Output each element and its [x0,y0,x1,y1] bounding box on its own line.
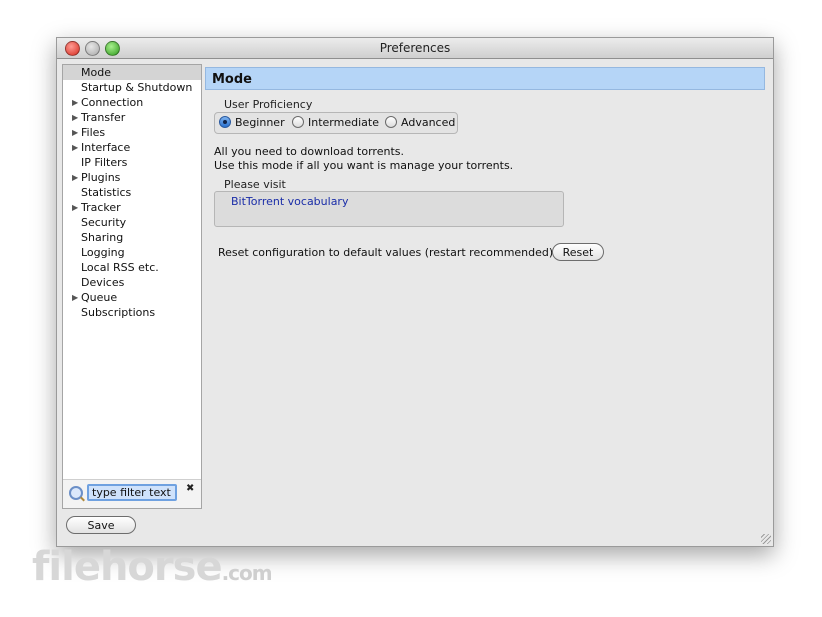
sidebar-item-label: Startup & Shutdown [81,81,193,94]
expand-arrow-icon[interactable]: ▶ [72,200,78,215]
visit-group: BitTorrent vocabulary [214,191,564,227]
radio-label: Intermediate [308,116,379,129]
sidebar-item-label: Mode [81,66,111,79]
sidebar-item-statistics[interactable]: Statistics [63,185,201,200]
mode-panel: Mode User Proficiency Beginner Intermedi… [205,67,767,507]
sidebar-item-label: Transfer [81,111,126,124]
radio-advanced[interactable]: Advanced [385,116,455,130]
sidebar-item-label: Plugins [81,171,121,184]
expand-arrow-icon[interactable]: ▶ [72,290,78,305]
sidebar-item-ip-filters[interactable]: IP Filters [63,155,201,170]
filter-input[interactable] [87,484,177,501]
mode-description-line: All you need to download torrents. [214,145,404,158]
mode-description-line: Use this mode if all you want is manage … [214,159,514,172]
sidebar-item-local-rss[interactable]: Local RSS etc. [63,260,201,275]
sidebar-item-files[interactable]: ▶ Files [63,125,201,140]
bittorrent-vocabulary-link[interactable]: BitTorrent vocabulary [231,195,348,208]
sidebar-item-label: Local RSS etc. [81,261,159,274]
sidebar-item-startup-shutdown[interactable]: Startup & Shutdown [63,80,201,95]
save-button[interactable]: Save [66,516,136,534]
sidebar-item-label: Logging [81,246,125,259]
sidebar-item-label: Connection [81,96,144,109]
sidebar-item-tracker[interactable]: ▶ Tracker [63,200,201,215]
sidebar-item-mode[interactable]: Mode [63,65,201,80]
preferences-window: Preferences Mode Startup & Shutdown ▶ Con… [56,37,774,547]
radio-unchecked-icon[interactable] [292,116,304,128]
reset-description: Reset configuration to default values (r… [218,246,554,259]
sidebar-item-label: Interface [81,141,131,154]
sidebar-item-label: Statistics [81,186,132,199]
preferences-tree: Mode Startup & Shutdown ▶ Connection ▶ Tra… [62,64,202,509]
radio-beginner[interactable]: Beginner [219,116,285,130]
sidebar-item-label: Security [81,216,127,229]
sidebar-item-label: Devices [81,276,125,289]
watermark-logo: filehorse.com [32,544,273,590]
sidebar-item-logging[interactable]: Logging [63,245,201,260]
please-visit-label: Please visit [224,178,286,191]
sidebar-item-devices[interactable]: Devices [63,275,201,290]
expand-arrow-icon[interactable]: ▶ [72,125,78,140]
sidebar-item-transfer[interactable]: ▶ Transfer [63,110,201,125]
expand-arrow-icon[interactable]: ▶ [72,110,78,125]
clear-filter-icon[interactable]: ✖ [186,483,194,494]
watermark-text: filehorse [32,544,223,590]
radio-checked-icon[interactable] [219,116,231,128]
sidebar-item-label: Files [81,126,106,139]
user-proficiency-group: Beginner Intermediate Advanced [214,112,458,134]
sidebar-item-connection[interactable]: ▶ Connection [63,95,201,110]
title-bar[interactable]: Preferences [57,38,773,59]
expand-arrow-icon[interactable]: ▶ [72,140,78,155]
sidebar-item-security[interactable]: Security [63,215,201,230]
sidebar-item-label: Subscriptions [81,306,156,319]
sidebar-item-label: Queue [81,291,118,304]
sidebar-item-interface[interactable]: ▶ Interface [63,140,201,155]
window-title: Preferences [379,41,451,55]
watermark-suffix: .com [221,561,273,585]
radio-intermediate[interactable]: Intermediate [292,116,379,130]
expand-arrow-icon[interactable]: ▶ [72,95,78,110]
radio-label: Beginner [235,116,285,129]
sidebar-item-label: Sharing [81,231,124,244]
radio-label: Advanced [401,116,456,129]
reset-button[interactable]: Reset [552,243,604,261]
sidebar-item-label: IP Filters [81,156,128,169]
user-proficiency-label: User Proficiency [224,98,313,111]
expand-arrow-icon[interactable]: ▶ [72,170,78,185]
sidebar-item-label: Tracker [81,201,121,214]
radio-unchecked-icon[interactable] [385,116,397,128]
page-title: Mode [205,67,765,90]
filter-bar: ✖ [63,479,201,508]
sidebar-item-queue[interactable]: ▶ Queue [63,290,201,305]
sidebar-item-plugins[interactable]: ▶ Plugins [63,170,201,185]
sidebar-item-subscriptions[interactable]: Subscriptions [63,305,201,320]
resize-grip-icon[interactable] [761,534,771,544]
search-icon [69,486,83,500]
sidebar-item-sharing[interactable]: Sharing [63,230,201,245]
